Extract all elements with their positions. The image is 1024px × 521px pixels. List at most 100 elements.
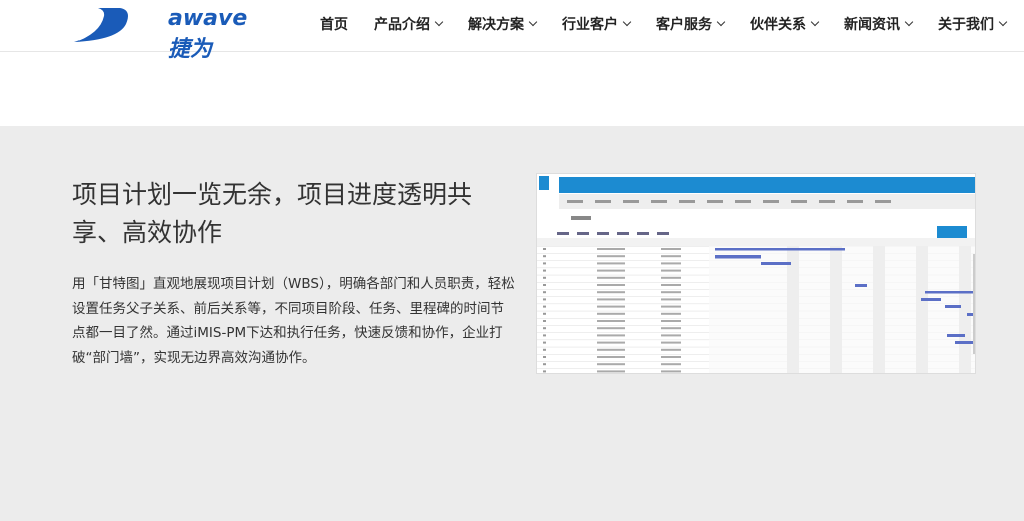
nav-item[interactable]: 解决方案 xyxy=(468,14,538,34)
owner xyxy=(661,255,681,258)
task-name xyxy=(597,356,625,358)
tab-label xyxy=(651,200,667,203)
row-num xyxy=(543,269,546,272)
owner xyxy=(661,269,681,272)
row-line xyxy=(537,368,709,369)
wave-logo-icon xyxy=(74,8,128,42)
task-name xyxy=(597,327,625,330)
owner xyxy=(661,312,681,315)
row-num xyxy=(543,334,546,337)
tab-label xyxy=(595,200,611,203)
row-line xyxy=(537,289,709,290)
task-name xyxy=(597,269,625,272)
row-num xyxy=(543,363,546,366)
owner xyxy=(661,284,681,286)
nav-label: 解决方案 xyxy=(468,17,524,33)
toolbar-item xyxy=(557,232,569,235)
nav-label: 行业客户 xyxy=(562,17,618,33)
gantt-screenshot xyxy=(536,173,976,374)
row-num xyxy=(543,298,546,301)
task-name xyxy=(597,341,625,344)
nav-item[interactable]: 首页 xyxy=(320,14,348,34)
row-line xyxy=(537,361,709,362)
row-num xyxy=(543,320,546,322)
tab-label xyxy=(875,200,891,203)
gantt-bar xyxy=(945,305,961,308)
feature-description: 用「甘特图」直观地展现项目计划（WBS），明确各部门和人员职责，轻松设置任务父子… xyxy=(72,276,515,366)
task-name xyxy=(597,348,625,351)
tab-label xyxy=(567,200,583,203)
gantt-bar xyxy=(947,334,965,337)
row-line xyxy=(537,318,709,319)
row-num xyxy=(543,255,546,258)
gantt-bar xyxy=(715,248,845,251)
tab-label xyxy=(847,200,863,203)
owner xyxy=(661,291,681,294)
row-line xyxy=(537,303,709,305)
tab-label xyxy=(735,200,751,203)
task-name xyxy=(597,363,625,366)
row-line xyxy=(537,274,709,276)
chevron-down-icon xyxy=(528,17,538,27)
owner xyxy=(661,276,681,279)
gantt-bar xyxy=(921,298,941,301)
row-num xyxy=(543,356,546,358)
row-num xyxy=(543,312,546,315)
gantt-bar xyxy=(855,284,867,287)
row-line xyxy=(537,296,709,297)
dawave-logo[interactable]: awave 捷为 xyxy=(70,4,270,62)
nav-item[interactable]: 客户服务 xyxy=(656,14,726,34)
chevron-down-icon xyxy=(810,17,820,27)
task-name xyxy=(597,262,625,265)
row-num xyxy=(543,248,546,250)
title-bar xyxy=(559,177,975,193)
row-line xyxy=(537,253,709,254)
gantt-bar xyxy=(715,255,761,259)
nav-label: 关于我们 xyxy=(938,17,994,33)
weekend-col xyxy=(873,240,885,373)
nav-item[interactable]: 产品介绍 xyxy=(374,14,444,34)
tab-label xyxy=(623,200,639,203)
nav-label: 产品介绍 xyxy=(374,17,430,33)
nav-label: 首页 xyxy=(320,17,348,33)
tab-label xyxy=(791,200,807,203)
nav-item[interactable]: 伙伴关系 xyxy=(750,14,820,34)
row-num xyxy=(543,291,546,294)
nav-item[interactable]: 关于我们 xyxy=(938,14,1008,34)
owner xyxy=(661,356,681,358)
site-header: awave 捷为 首页 产品介绍 解决方案 行业客户 客户服务 伙伴关系 新闻资讯 关于我们 xyxy=(0,0,1024,62)
owner xyxy=(661,348,681,351)
row-line xyxy=(537,267,709,269)
task-name xyxy=(597,284,625,286)
gantt-bar xyxy=(761,262,791,265)
row-num xyxy=(543,305,546,308)
toolbar-item xyxy=(657,232,669,235)
toolbar-item xyxy=(637,232,649,235)
owner xyxy=(661,248,681,250)
row-num xyxy=(543,276,546,279)
chevron-down-icon xyxy=(904,17,914,27)
row-line xyxy=(537,246,709,247)
owner xyxy=(661,305,681,308)
nav-item[interactable]: 行业客户 xyxy=(562,14,632,34)
tab-label xyxy=(679,200,695,203)
task-name xyxy=(597,248,625,250)
gantt-bar xyxy=(925,291,975,294)
row-num xyxy=(543,284,546,286)
scrollbar xyxy=(973,254,975,354)
nav-label: 新闻资讯 xyxy=(844,17,900,33)
nav-item[interactable]: 新闻资讯 xyxy=(844,14,914,34)
subtab xyxy=(571,216,591,220)
row-num xyxy=(543,341,546,344)
tab-label xyxy=(707,200,723,203)
owner xyxy=(661,298,681,301)
row-num xyxy=(543,327,546,330)
feature-title: 项目计划一览无余，项目进度透明共享、高效协作 xyxy=(72,180,473,247)
task-name xyxy=(597,305,625,308)
owner xyxy=(661,370,681,373)
task-name xyxy=(597,334,625,337)
owner xyxy=(661,363,681,366)
toolbar-item xyxy=(617,232,629,235)
weekend-col xyxy=(787,240,799,373)
app-icon xyxy=(539,176,549,190)
